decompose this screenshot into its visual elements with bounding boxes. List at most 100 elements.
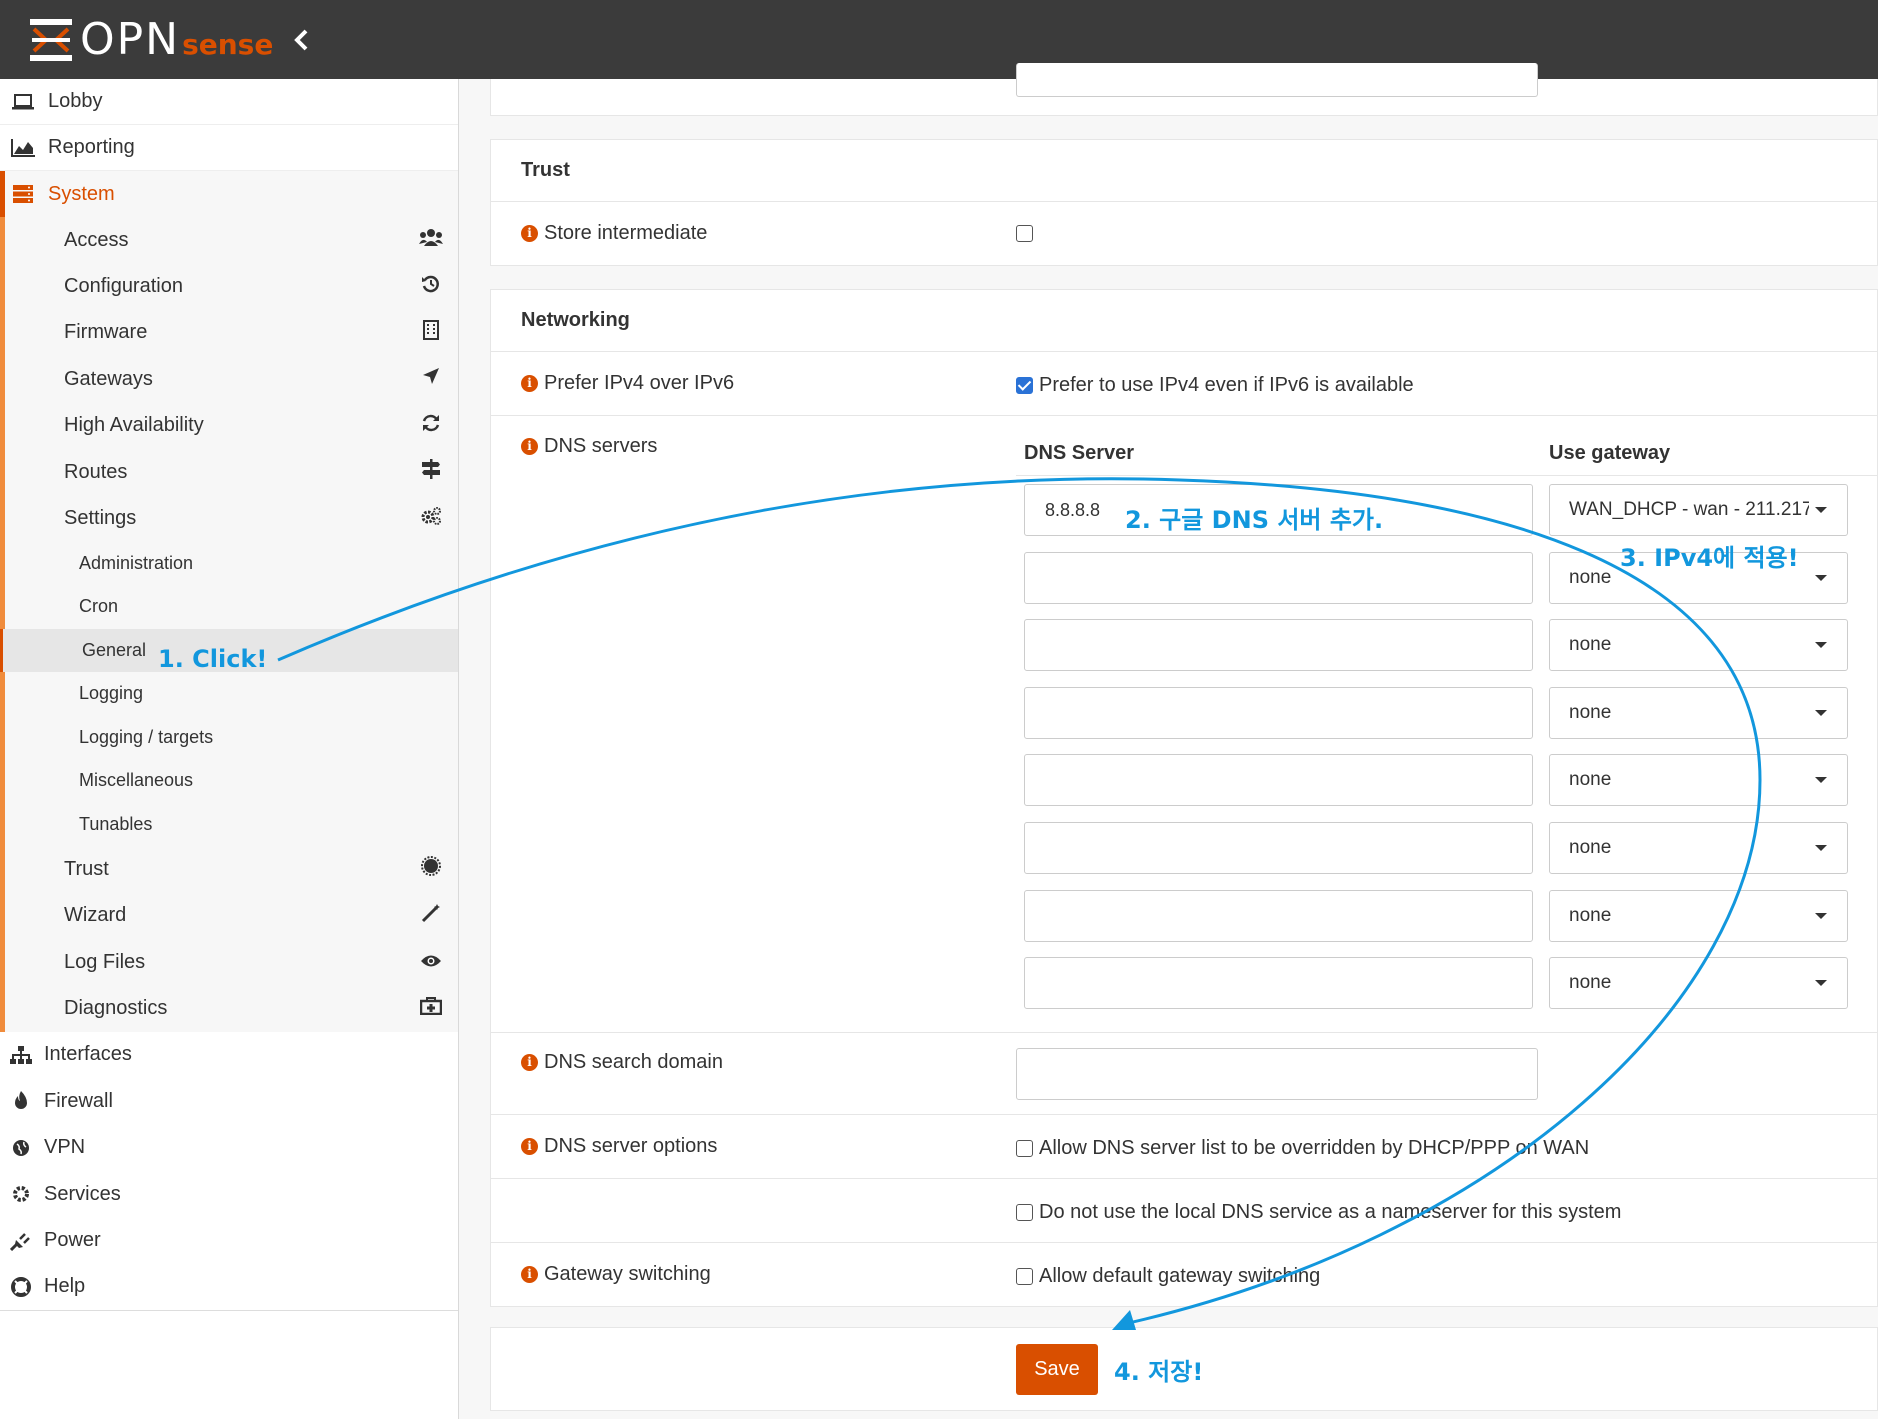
caret-down-icon: [1815, 845, 1827, 851]
info-icon[interactable]: i: [521, 438, 538, 455]
use-gateway-select[interactable]: none: [1549, 619, 1848, 672]
dns-table-header: DNS Server Use gateway: [1016, 416, 1878, 476]
dns-server-header: DNS Server: [1024, 442, 1135, 464]
dns-row: none: [1016, 957, 1878, 1010]
prefer-ipv4-checkbox[interactable]: [1016, 377, 1033, 394]
dns-server-input[interactable]: [1024, 619, 1533, 672]
sidebar-item-log-files[interactable]: Log Files: [5, 939, 458, 985]
sidebar-item-access[interactable]: Access: [5, 217, 458, 263]
sidebar-item-configuration[interactable]: Configuration: [5, 263, 458, 309]
history-icon: [418, 274, 444, 300]
sidebar-item-firmware[interactable]: Firmware: [5, 310, 458, 356]
dns-servers-label-text: DNS servers: [544, 435, 658, 457]
caret-down-icon: [1815, 912, 1827, 919]
sidebar-item-lobby[interactable]: Lobby: [0, 79, 458, 125]
caret-down-icon: [1815, 507, 1827, 513]
use-gateway-header: Use gateway: [1549, 442, 1671, 464]
sidebar-item-trust[interactable]: Trust: [5, 846, 458, 892]
info-icon[interactable]: i: [521, 1054, 538, 1071]
sidebar-item-gateways[interactable]: Gateways: [5, 356, 458, 402]
dns-server-input[interactable]: [1024, 889, 1533, 942]
main-content: Trust i Store intermediate Networking i …: [490, 63, 1878, 1411]
save-button[interactable]: Save: [1016, 1344, 1098, 1395]
sidebar-item-high-availability[interactable]: High Availability: [5, 403, 458, 449]
sidebar-item-label: Reporting: [48, 136, 135, 158]
brand-main: OPN: [80, 14, 181, 65]
prefer-ipv4-row: i Prefer IPv4 over IPv6 Prefer to use IP…: [491, 351, 1877, 415]
sidebar-item-label: Gateways: [64, 367, 153, 390]
sidebar-item-help[interactable]: Help: [0, 1264, 458, 1310]
gateway-switching-option: Allow default gateway switching: [1016, 1261, 1320, 1288]
brand-sub: sense: [182, 28, 274, 61]
map-signs-icon: [418, 459, 444, 485]
refresh-icon: [418, 413, 444, 439]
use-gateway-select[interactable]: none: [1549, 822, 1848, 874]
sidebar-item-reporting[interactable]: Reporting: [0, 125, 458, 171]
info-icon[interactable]: i: [521, 225, 538, 242]
dns-row: none: [1016, 889, 1878, 942]
sidebar-item-label: General: [82, 639, 147, 660]
dns-row: none: [1016, 754, 1878, 807]
info-icon[interactable]: i: [521, 1138, 538, 1155]
dns-server-options-text: DNS server options: [544, 1135, 718, 1157]
store-intermediate-checkbox[interactable]: [1016, 224, 1033, 242]
cog-icon: [10, 1185, 32, 1203]
sidebar-item-settings[interactable]: Settings: [5, 495, 458, 541]
sidebar-item-cron[interactable]: Cron: [5, 585, 458, 629]
use-gateway-select[interactable]: none: [1549, 957, 1848, 1010]
dns-search-domain-label: i DNS search domain: [491, 1033, 1016, 1074]
sidebar-item-logging[interactable]: Logging: [5, 672, 458, 716]
caret-down-icon: [1815, 574, 1827, 581]
sidebar-item-interfaces[interactable]: Interfaces: [0, 1032, 458, 1078]
use-gateway-select[interactable]: none: [1549, 889, 1848, 942]
use-gateway-value: none: [1569, 769, 1612, 791]
dns-server-input[interactable]: [1024, 957, 1533, 1010]
dns-row: none: [1016, 619, 1878, 672]
sidebar-item-power[interactable]: Power: [0, 1217, 458, 1263]
dns-override-checkbox[interactable]: [1016, 1140, 1033, 1157]
sidebar-item-label: High Availability: [64, 414, 204, 437]
opnsense-logo[interactable]: OPN sense: [28, 17, 273, 63]
sidebar-item-logging-targets[interactable]: Logging / targets: [5, 716, 458, 760]
gateway-switching-checkbox[interactable]: [1016, 1268, 1033, 1285]
use-gateway-select[interactable]: none: [1549, 686, 1848, 739]
dns-server-options-label: i DNS server options: [491, 1135, 1016, 1158]
dns-server-input[interactable]: [1024, 686, 1533, 739]
sidebar-item-diagnostics[interactable]: Diagnostics: [5, 985, 458, 1031]
use-gateway-select[interactable]: none: [1549, 754, 1848, 807]
annotation-step2: 2. 구글 DNS 서버 추가.: [1125, 506, 1384, 534]
area-chart-icon: [10, 138, 36, 158]
sidebar-item-label: Tunables: [79, 813, 153, 834]
sidebar-item-vpn[interactable]: VPN: [0, 1125, 458, 1171]
sidebar-item-administration[interactable]: Administration: [5, 542, 458, 586]
info-icon[interactable]: i: [521, 1266, 538, 1283]
system-submenu: Access Configuration Firmware Gateways H…: [0, 217, 458, 1032]
prefer-ipv4-option: Prefer to use IPv4 even if IPv6 is avail…: [1016, 370, 1414, 397]
gateway-switching-row: i Gateway switching Allow default gatewa…: [491, 1242, 1877, 1306]
sidebar-item-label: Interfaces: [44, 1043, 132, 1066]
use-gateway-value: none: [1569, 972, 1612, 994]
certificate-icon: [418, 856, 444, 882]
sidebar-item-label: Services: [44, 1182, 121, 1205]
sidebar-item-wizard[interactable]: Wizard: [5, 893, 458, 939]
use-gateway-select[interactable]: WAN_DHCP - wan - 211.217.: [1549, 484, 1848, 536]
dns-server-input[interactable]: [1024, 822, 1533, 874]
sidebar-item-label: Firewall: [44, 1089, 113, 1112]
annotation-step1: 1. Click!: [158, 645, 268, 673]
plug-icon: [10, 1231, 32, 1251]
sidebar-item-system[interactable]: System: [0, 171, 458, 217]
info-icon[interactable]: i: [521, 375, 538, 392]
dns-servers-label: i DNS servers: [491, 416, 1016, 458]
sidebar-item-services[interactable]: Services: [0, 1171, 458, 1217]
dns-search-domain-text: DNS search domain: [544, 1051, 723, 1073]
dns-search-domain-input[interactable]: [1016, 1047, 1538, 1100]
sidebar-item-tunables[interactable]: Tunables: [5, 803, 458, 847]
chevron-left-icon[interactable]: [290, 26, 314, 54]
sidebar-item-routes[interactable]: Routes: [5, 449, 458, 495]
sidebar-item-miscellaneous[interactable]: Miscellaneous: [5, 759, 458, 803]
domain-input-partial[interactable]: [1016, 63, 1538, 97]
sidebar-item-firewall[interactable]: Firewall: [0, 1078, 458, 1124]
dns-server-input[interactable]: [1024, 551, 1533, 604]
dns-server-input[interactable]: [1024, 754, 1533, 807]
dns-local-checkbox[interactable]: [1016, 1204, 1033, 1221]
